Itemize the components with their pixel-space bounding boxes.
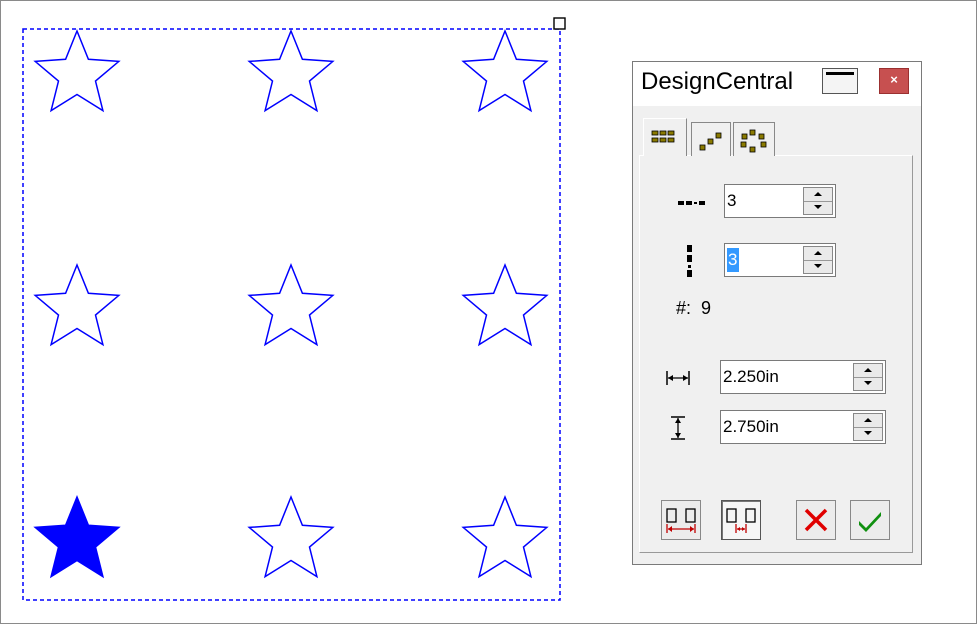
spin-up-icon[interactable]: [854, 364, 882, 378]
star-shape[interactable]: [34, 30, 120, 112]
fixed-spacing-icon: [726, 508, 756, 533]
columns-spin-buttons[interactable]: [803, 187, 833, 215]
star-shape[interactable]: [462, 264, 548, 346]
fixed-spacing-button[interactable]: [721, 500, 761, 540]
star-shape[interactable]: [462, 496, 548, 578]
columns-icon: [678, 201, 705, 205]
vertical-spacing-icon: [671, 416, 685, 440]
rows-icon: [687, 245, 692, 277]
count-value: 9: [701, 298, 712, 318]
columns-spinner[interactable]: [724, 184, 836, 218]
star-shape[interactable]: [248, 30, 334, 112]
star-shape[interactable]: [248, 264, 334, 346]
spin-up-icon[interactable]: [804, 247, 832, 261]
circular-layout-icon: [740, 129, 767, 153]
spin-down-icon[interactable]: [804, 201, 832, 214]
cancel-icon: [804, 508, 828, 532]
minimize-button[interactable]: [822, 68, 858, 94]
horizontal-spacing-spinner[interactable]: [720, 360, 886, 394]
apply-icon: [859, 512, 881, 532]
tab-circular-layout[interactable]: [733, 122, 775, 156]
grid-layout-icon: [651, 130, 675, 143]
star-shape[interactable]: [248, 496, 334, 578]
spin-up-icon[interactable]: [804, 188, 832, 202]
item-count: #: 9: [676, 298, 711, 319]
fit-spacing-icon: [666, 508, 696, 533]
rows-selected-text: 3: [728, 250, 738, 269]
cancel-button[interactable]: [796, 500, 836, 540]
selected-star-shape[interactable]: [34, 496, 120, 578]
panel-titlebar[interactable]: DesignCentral ×: [633, 62, 921, 106]
spin-up-icon[interactable]: [854, 414, 882, 428]
spin-down-icon[interactable]: [854, 427, 882, 440]
spin-down-icon[interactable]: [804, 260, 832, 273]
close-icon: ×: [890, 72, 898, 87]
panel-title: DesignCentral: [641, 68, 794, 95]
rows-spinner[interactable]: 3: [724, 243, 836, 277]
vertical-spacing-spin-buttons[interactable]: [853, 413, 883, 441]
horizontal-spacing-icon: [666, 371, 690, 385]
rows-spin-buttons[interactable]: [803, 246, 833, 274]
star-shape[interactable]: [462, 30, 548, 112]
horizontal-spacing-spin-buttons[interactable]: [853, 363, 883, 391]
tab-diagonal-layout[interactable]: [691, 122, 731, 156]
resize-handle[interactable]: [553, 17, 566, 30]
count-label: #:: [676, 298, 692, 318]
vertical-spacing-input[interactable]: [723, 413, 833, 441]
fit-spacing-button[interactable]: [661, 500, 701, 540]
star-shape[interactable]: [34, 264, 120, 346]
diagonal-layout-icon: [699, 132, 722, 151]
selection-border: [22, 28, 561, 601]
close-button[interactable]: ×: [879, 68, 909, 94]
columns-input[interactable]: [727, 187, 797, 215]
spin-down-icon[interactable]: [854, 377, 882, 390]
horizontal-spacing-input[interactable]: [723, 363, 833, 391]
tab-grid-layout[interactable]: [643, 118, 687, 156]
vertical-spacing-spinner[interactable]: [720, 410, 886, 444]
apply-button[interactable]: [850, 500, 890, 540]
